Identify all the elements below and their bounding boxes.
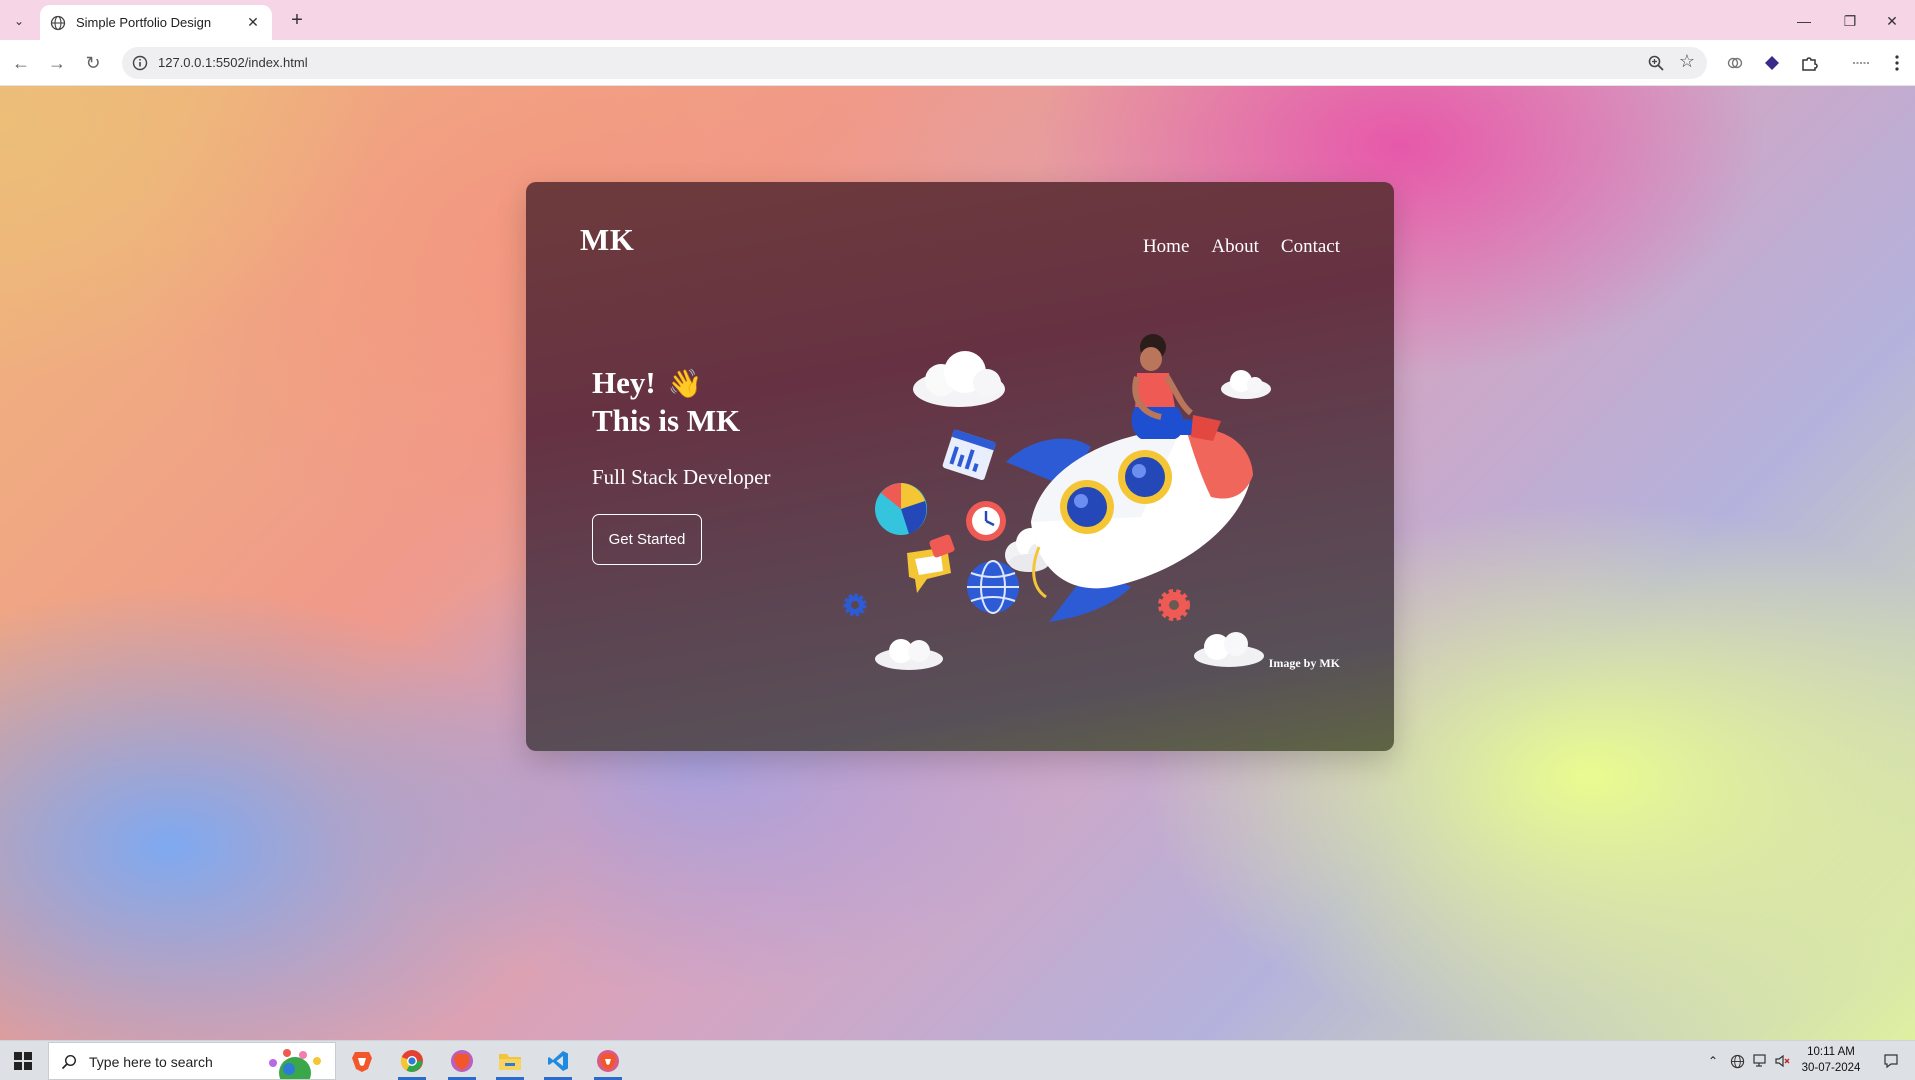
get-started-button[interactable]: Get Started bbox=[592, 514, 702, 565]
brave-icon bbox=[597, 1050, 619, 1072]
extension-icon[interactable] bbox=[1724, 52, 1746, 74]
clock-icon bbox=[966, 501, 1006, 541]
url-text: 127.0.0.1:5502/index.html bbox=[158, 55, 308, 70]
globe-icon bbox=[50, 15, 66, 30]
rocket-illustration bbox=[843, 334, 1271, 670]
menu-kebab-icon[interactable] bbox=[1886, 52, 1908, 74]
page-viewport: MK Home About Contact Hey! 👋 This is MK … bbox=[0, 86, 1915, 1040]
zoom-icon[interactable] bbox=[1647, 54, 1665, 72]
extension-diamond-icon[interactable] bbox=[1761, 52, 1783, 74]
pie-chart-icon bbox=[875, 483, 927, 535]
language-tray-icon[interactable] bbox=[1726, 1041, 1748, 1080]
brave-icon bbox=[451, 1050, 473, 1072]
chevron-down-icon: ⌄ bbox=[13, 14, 25, 28]
document-chart-icon bbox=[942, 429, 997, 481]
reload-button[interactable]: ↻ bbox=[80, 50, 106, 76]
greeting-line-1: Hey! bbox=[592, 365, 656, 400]
girl-figure-icon bbox=[1131, 334, 1221, 441]
minimize-button[interactable]: — bbox=[1781, 8, 1827, 34]
tab-title: Simple Portfolio Design bbox=[76, 15, 212, 30]
network-icon bbox=[1753, 1054, 1766, 1067]
cloud-icon bbox=[1221, 370, 1271, 399]
new-tab-button[interactable]: + bbox=[284, 8, 310, 34]
close-window-button[interactable]: ✕ bbox=[1869, 8, 1915, 34]
address-bar[interactable]: 127.0.0.1:5502/index.html ☆ bbox=[122, 47, 1707, 79]
greeting-line-2: This is MK bbox=[592, 403, 741, 438]
tab-search-button[interactable]: ⌄ bbox=[8, 10, 30, 32]
nav-link-about[interactable]: About bbox=[1211, 236, 1259, 258]
brave-icon bbox=[352, 1052, 372, 1072]
nav-link-home[interactable]: Home bbox=[1143, 236, 1189, 258]
browser-tab-strip: ⌄ Simple Portfolio Design ✕ + — ❐ ✕ bbox=[0, 0, 1915, 40]
site-logo[interactable]: MK bbox=[580, 222, 634, 258]
browser-toolbar: ← → ↻ 127.0.0.1:5502/index.html ☆ bbox=[0, 40, 1915, 86]
taskbar-chrome[interactable] bbox=[390, 1041, 434, 1080]
close-tab-icon[interactable]: ✕ bbox=[244, 14, 262, 31]
puzzle-extensions-icon[interactable] bbox=[1798, 52, 1820, 74]
search-icon bbox=[61, 1054, 77, 1070]
bookmark-star-icon[interactable]: ☆ bbox=[1679, 51, 1695, 72]
globe-icon bbox=[1730, 1054, 1744, 1068]
cloud-icon bbox=[1194, 632, 1264, 667]
windows-taskbar: Type here to search ⌃ 10:11 AM 30-07-202… bbox=[0, 1040, 1915, 1080]
back-button[interactable]: ← bbox=[8, 50, 34, 76]
rocket-icon bbox=[1006, 428, 1253, 622]
network-tray-icon[interactable] bbox=[1750, 1041, 1772, 1080]
volume-muted-icon bbox=[1775, 1054, 1790, 1068]
taskbar-brave-profile[interactable] bbox=[440, 1041, 484, 1080]
cloud-icon bbox=[913, 351, 1005, 407]
taskbar-search-box[interactable]: Type here to search bbox=[48, 1042, 336, 1080]
forward-button[interactable]: → bbox=[44, 50, 70, 76]
notifications-button[interactable] bbox=[1876, 1041, 1906, 1080]
hero-role: Full Stack Developer bbox=[592, 465, 771, 489]
notification-icon bbox=[1884, 1054, 1898, 1069]
nav-link-contact[interactable]: Contact bbox=[1281, 236, 1340, 258]
browser-tab-active[interactable]: Simple Portfolio Design ✕ bbox=[40, 5, 272, 40]
taskbar-clock[interactable]: 10:11 AM 30-07-2024 bbox=[1796, 1044, 1866, 1076]
hero-greeting: Hey! 👋 This is MK bbox=[592, 364, 770, 439]
hero-text: Hey! 👋 This is MK Full Stack Developer G… bbox=[592, 364, 770, 565]
clock-date: 30-07-2024 bbox=[1801, 1062, 1861, 1074]
portfolio-card: MK Home About Contact Hey! 👋 This is MK … bbox=[526, 182, 1394, 751]
chevron-up-icon: ⌃ bbox=[1707, 1054, 1719, 1068]
taskbar-file-explorer[interactable] bbox=[488, 1041, 532, 1080]
main-nav: Home About Contact bbox=[1143, 236, 1340, 258]
image-credit: Image by MK bbox=[1268, 656, 1340, 670]
start-button[interactable] bbox=[0, 1041, 46, 1080]
profile-icon[interactable] bbox=[1850, 52, 1872, 74]
search-placeholder: Type here to search bbox=[89, 1054, 213, 1070]
gear-icon bbox=[1158, 589, 1190, 621]
search-highlight-icon bbox=[269, 1049, 321, 1079]
vscode-icon bbox=[548, 1051, 568, 1071]
taskbar-vscode[interactable] bbox=[536, 1041, 580, 1080]
clock-time: 10:11 AM bbox=[1807, 1046, 1855, 1058]
globe-icon bbox=[967, 560, 1019, 614]
folder-icon bbox=[499, 1054, 521, 1070]
windows-logo-icon bbox=[14, 1052, 32, 1070]
taskbar-brave-browser[interactable] bbox=[340, 1041, 384, 1080]
chat-bubbles-icon bbox=[907, 534, 955, 593]
taskbar-brave-profile-2[interactable] bbox=[586, 1041, 630, 1080]
chrome-icon bbox=[400, 1050, 423, 1072]
cloud-icon bbox=[875, 639, 943, 670]
volume-tray-icon[interactable] bbox=[1772, 1041, 1794, 1080]
waving-hand-icon: 👋 bbox=[667, 367, 703, 400]
show-hidden-icons-button[interactable]: ⌃ bbox=[1700, 1041, 1726, 1080]
site-info-icon[interactable] bbox=[132, 55, 148, 71]
gear-icon bbox=[843, 593, 867, 617]
restore-button[interactable]: ❐ bbox=[1827, 8, 1873, 34]
